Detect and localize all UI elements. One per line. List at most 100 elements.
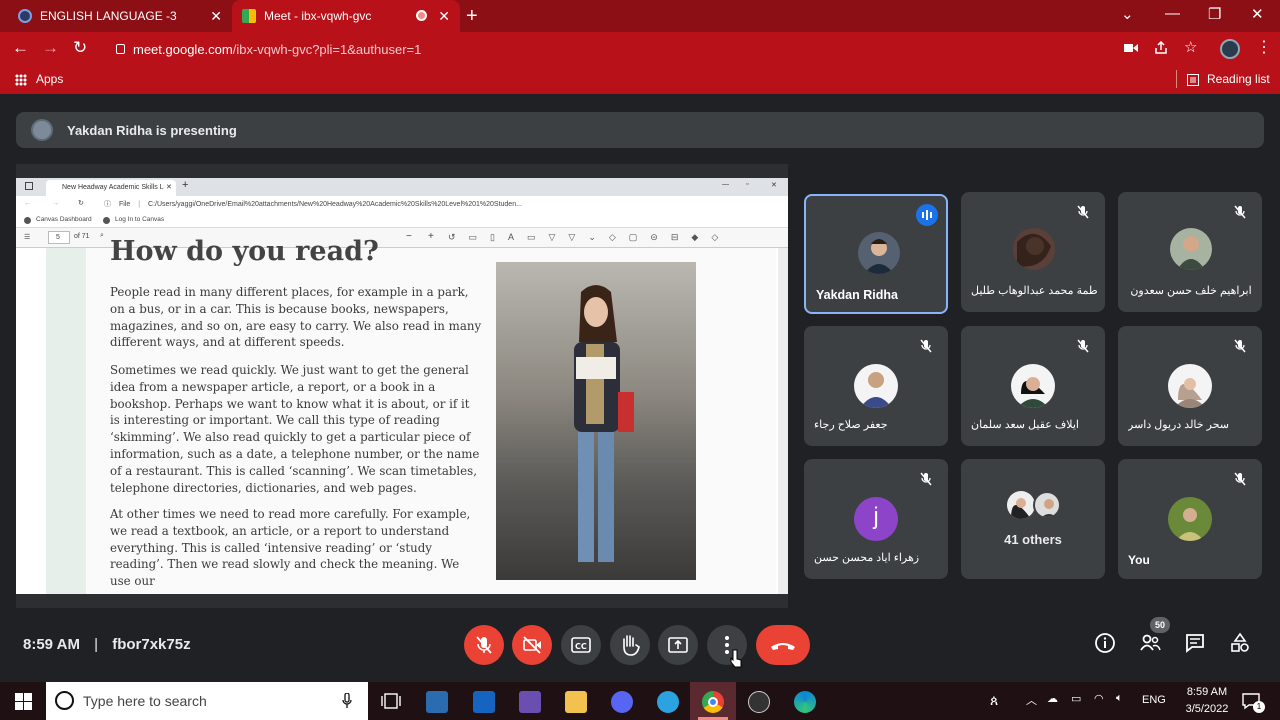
mic-off-icon [476,636,492,654]
present-now-button[interactable] [658,625,698,665]
window-icon [25,182,33,190]
obs-icon[interactable] [748,691,770,713]
people-tray-icon[interactable]: ጰ [990,692,998,709]
participant-tile[interactable]: فاطمة محمد عبدالوهاب طليل [961,192,1105,312]
participant-tile[interactable]: Yakdan Ridha [804,194,948,314]
battery-icon[interactable]: ▭ [1071,692,1081,705]
bookmark-star-icon[interactable]: ☆ [1184,38,1197,56]
reading-woman-photo [496,262,696,580]
avatar [1007,491,1035,519]
edge-icon[interactable] [794,691,816,713]
reading-list-button[interactable]: Reading list [1207,72,1270,86]
maximize-button[interactable]: ❐ [1208,5,1221,23]
forward-arrow-icon[interactable]: → [42,38,59,58]
profile-avatar[interactable] [1220,39,1240,59]
microphone-icon[interactable] [342,693,352,709]
language-indicator[interactable]: ENG [1142,694,1166,706]
shared-screen: New Headway Academic Skills L ✕ + — ▫ ✕ ←… [16,164,788,608]
zoom-out-icon: − [406,231,412,242]
participant-name: سحر خالد دريول داسر [1128,419,1230,431]
tab-title: ENGLISH LANGUAGE -3 [40,9,177,23]
meeting-time: 8:59 AM [23,636,80,653]
meeting-code: fbor7xk75z [112,636,191,653]
meeting-controls: 8:59 AM | fbor7xk75z CC 50 [0,617,1280,682]
volume-icon[interactable]: 🔈︎ [1116,692,1123,705]
cloud-icon[interactable]: ☁ [1047,692,1058,705]
woman-figure [574,285,634,562]
others-tile[interactable]: 41 others [961,459,1105,579]
participant-tile[interactable]: j زهراء اياد محسن حسن [804,459,948,579]
camera-icon[interactable] [1124,43,1138,53]
participant-tile[interactable]: ابراهيم خلف حسن سعدون [1118,192,1262,312]
self-tile[interactable]: You [1118,459,1262,579]
url-path: /ibx-vqwh-gvc?pli=1&authuser=1 [232,41,422,57]
chrome-taskbar-button[interactable] [690,682,736,720]
activities-icon[interactable] [1229,632,1251,654]
zoom-in-icon: + [428,231,434,242]
minimize-button[interactable]: — [1165,5,1180,22]
back-arrow-icon[interactable]: ← [12,38,29,58]
menu-dots-icon[interactable]: ⋮ [1256,37,1272,57]
taskbar-search-box[interactable]: Type here to search [46,682,368,720]
close-window-button[interactable]: ✕ [1251,5,1264,23]
search-placeholder: Type here to search [83,693,207,709]
file-explorer-icon[interactable] [565,691,587,713]
participant-name: Yakdan Ridha [816,288,898,302]
task-view-icon[interactable] [381,692,401,710]
bookmark-canvas-dashboard: Canvas Dashboard [36,216,92,223]
tab-english-language[interactable]: ENGLISH LANGUAGE -3 ✕ [8,0,232,32]
telegram-icon[interactable] [657,691,679,713]
tab-meet[interactable]: Meet - ibx-vqwh-gvc ✕ [232,0,460,32]
leave-call-button[interactable] [756,625,810,665]
dev-app-icon[interactable] [473,691,495,713]
microsoft-store-icon[interactable] [426,691,448,713]
new-tab-button[interactable]: + [466,5,478,28]
forward-arrow-icon: → [52,200,59,207]
present-icon [668,637,688,653]
taskbar-time[interactable]: 8:59 AM [1179,686,1235,698]
shared-tab: New Headway Academic Skills L ✕ [46,180,176,196]
mic-muted-icon [1234,339,1246,353]
camera-off-button[interactable] [512,625,552,665]
avatar [858,232,900,274]
windows-start-icon[interactable] [15,693,32,710]
canvas-icon [103,217,110,224]
apps-bookmark[interactable]: Apps [36,72,63,86]
url-host: meet.google.com [133,41,233,57]
mic-muted-icon [1077,339,1089,353]
discord-icon[interactable] [611,691,633,713]
meeting-info-text: 8:59 AM | fbor7xk75z [23,636,191,653]
contents-icon: ☰ [24,234,31,241]
taskbar-date[interactable]: 3/5/2022 [1179,703,1235,715]
participant-tile[interactable]: سحر خالد دريول داسر [1118,326,1262,446]
reload-icon[interactable]: ↻ [73,38,87,58]
close-tab-icon[interactable]: ✕ [210,8,222,25]
share-icon[interactable] [1154,41,1168,55]
pdf-page: How do you read? People read in many dif… [46,236,776,594]
chrome-icon [702,691,724,713]
chevron-up-icon[interactable]: ︿ [1026,692,1037,708]
calculator-app-icon[interactable] [519,691,541,713]
mic-off-button[interactable] [464,625,504,665]
tab-search-icon[interactable]: ⌄ [1121,5,1134,23]
svg-text:CC: CC [575,642,587,651]
raise-hand-button[interactable] [610,625,650,665]
avatar [1033,491,1061,519]
file-label: File [119,201,131,208]
chat-icon[interactable] [1184,632,1206,654]
divider [1176,70,1177,88]
separator: | [94,636,99,653]
participant-tile[interactable]: ايلاف عقيل سعد سلمان [961,326,1105,446]
shared-address: C:/Users/yaggi/OneDrive/Email%20attachme… [148,201,522,208]
participant-tile[interactable]: جعفر صلاح رجاء [804,326,948,446]
captions-button[interactable]: CC [561,625,601,665]
mic-muted-icon [1234,205,1246,219]
captions-icon: CC [571,637,591,653]
meeting-details-icon[interactable] [1094,632,1116,654]
mouse-cursor-icon [730,649,742,668]
people-icon[interactable] [1139,632,1161,654]
address-bar[interactable]: meet.google.com/ibx-vqwh-gvc?pli=1&authu… [106,36,1206,62]
close-tab-icon[interactable]: ✕ [438,8,450,25]
wifi-icon[interactable]: ◠ [1094,692,1104,705]
bookmark-log-in-canvas: Log In to Canvas [115,216,165,223]
